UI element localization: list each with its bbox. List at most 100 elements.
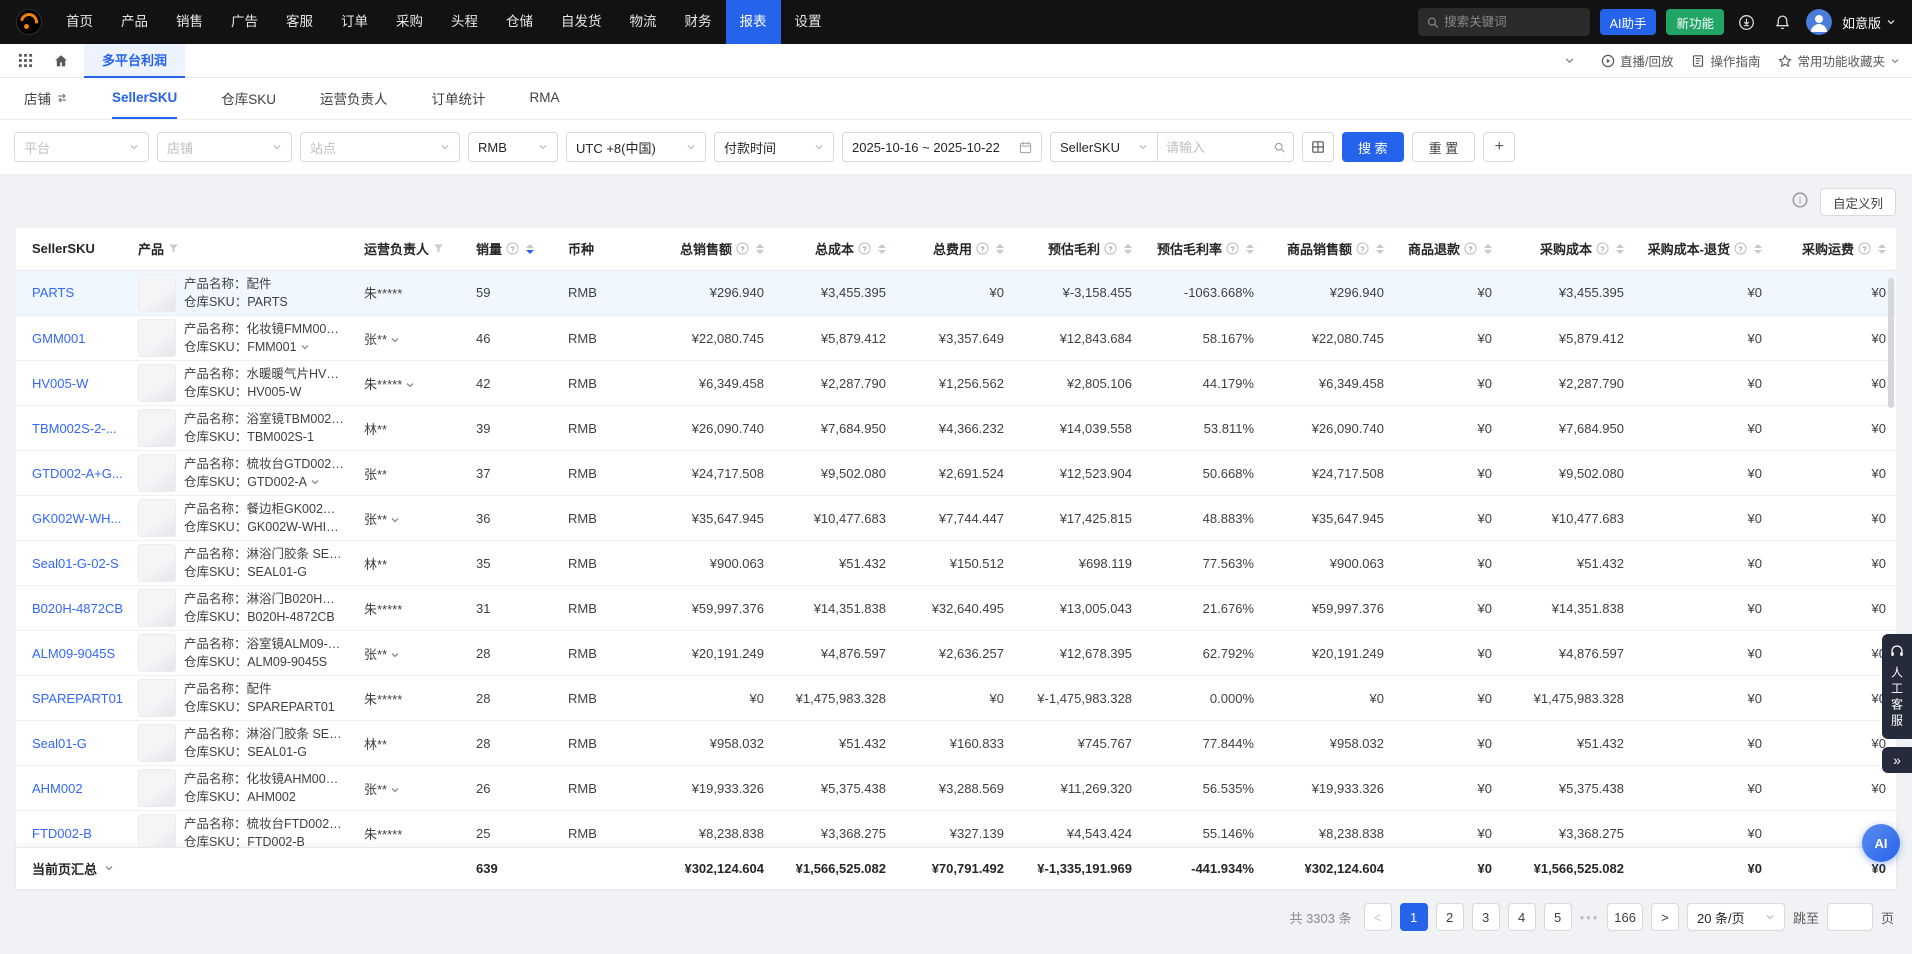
product-thumbnail[interactable] <box>138 274 176 312</box>
chevron-down-icon[interactable] <box>104 863 114 873</box>
filter-time-type-select[interactable]: 付款时间 <box>714 132 834 162</box>
info-circle-icon[interactable]: ? <box>1226 242 1239 255</box>
home-icon[interactable] <box>48 48 74 74</box>
sort-control[interactable] <box>878 244 886 254</box>
jump-page-input[interactable] <box>1827 903 1873 931</box>
avatar[interactable] <box>1806 9 1832 35</box>
top-menu-item-设置[interactable]: 设置 <box>781 0 836 44</box>
top-menu-item-仓储[interactable]: 仓储 <box>492 0 547 44</box>
new-features-button[interactable]: 新功能 <box>1666 9 1724 35</box>
subtab-RMA[interactable]: RMA <box>530 78 560 119</box>
sku-link[interactable]: TBM002S-2-... <box>32 421 117 436</box>
top-menu-item-自发货[interactable]: 自发货 <box>547 0 616 44</box>
sort-control[interactable] <box>1484 244 1492 254</box>
column-header-refund[interactable]: 商品退款? <box>1394 228 1502 270</box>
column-header-gross_margin[interactable]: 预估毛利率? <box>1142 228 1264 270</box>
page-button-2[interactable]: 2 <box>1436 903 1464 931</box>
filter-timezone-select[interactable]: UTC +8(中国) <box>566 132 706 162</box>
column-header-purchase_freight[interactable]: 采购运费? <box>1772 228 1896 270</box>
vertical-scrollbar[interactable] <box>1888 278 1894 408</box>
filter-funnel-icon[interactable] <box>433 243 444 254</box>
product-thumbnail[interactable] <box>138 319 176 357</box>
column-header-product[interactable]: 产品 <box>128 228 354 270</box>
sort-control[interactable] <box>1124 244 1132 254</box>
column-header-purchase_cost_refund[interactable]: 采购成本-退货? <box>1634 228 1772 270</box>
info-circle-icon[interactable]: ? <box>858 242 871 255</box>
sku-link[interactable]: GMM001 <box>32 331 85 346</box>
chevron-down-icon[interactable] <box>390 335 400 345</box>
sort-control[interactable] <box>1878 244 1886 254</box>
chevron-down-icon[interactable] <box>390 515 400 525</box>
product-thumbnail[interactable] <box>138 454 176 492</box>
filter-funnel-icon[interactable] <box>168 243 179 254</box>
top-menu-item-财务[interactable]: 财务 <box>671 0 726 44</box>
info-circle-icon[interactable]: ? <box>736 242 749 255</box>
apps-grid-icon[interactable] <box>12 48 38 74</box>
page-size-select[interactable]: 20 条/页 <box>1687 903 1785 931</box>
page-button-3[interactable]: 3 <box>1472 903 1500 931</box>
info-circle-icon[interactable]: ? <box>1734 242 1747 255</box>
subtab-SellerSKU[interactable]: SellerSKU <box>112 78 177 119</box>
product-thumbnail[interactable] <box>138 544 176 582</box>
page-button-1[interactable]: 1 <box>1400 903 1428 931</box>
sort-control[interactable] <box>756 244 764 254</box>
ai-assistant-button[interactable]: AI助手 <box>1600 9 1657 35</box>
top-menu-item-物流[interactable]: 物流 <box>616 0 671 44</box>
info-circle-icon[interactable]: ? <box>1104 242 1117 255</box>
subtab-运营负责人[interactable]: 运营负责人 <box>320 78 388 119</box>
add-filter-button[interactable]: + <box>1483 132 1515 162</box>
info-circle-icon[interactable]: ? <box>1596 242 1609 255</box>
top-menu-item-采购[interactable]: 采购 <box>382 0 437 44</box>
sort-control[interactable] <box>526 244 534 254</box>
column-header-purchase_cost[interactable]: 采购成本? <box>1502 228 1634 270</box>
top-menu-item-广告[interactable]: 广告 <box>217 0 272 44</box>
info-circle-icon[interactable]: ? <box>976 242 989 255</box>
top-menu-item-客服[interactable]: 客服 <box>272 0 327 44</box>
sku-link[interactable]: Seal01-G-02-S <box>32 556 119 571</box>
product-thumbnail[interactable] <box>138 409 176 447</box>
sku-link[interactable]: Seal01-G <box>32 736 87 751</box>
top-menu-item-报表[interactable]: 报表 <box>726 0 781 44</box>
column-header-total_cost[interactable]: 总成本? <box>774 228 896 270</box>
prev-page-button[interactable]: < <box>1364 903 1392 931</box>
chevron-down-icon[interactable] <box>405 380 415 390</box>
sku-link[interactable]: SPAREPART01 <box>32 691 123 706</box>
column-header-owner[interactable]: 运营负责人 <box>354 228 466 270</box>
table-body-viewport[interactable]: PARTS产品名称：配件仓库SKU：PARTS朱*****59RMB¥296.9… <box>16 271 1896 847</box>
search-type-select[interactable]: SellerSKU <box>1050 132 1158 162</box>
global-search-input[interactable] <box>1444 15 1580 29</box>
version-switcher[interactable]: 如意版 <box>1842 13 1896 32</box>
subtab-店铺[interactable]: 店铺 <box>24 78 68 119</box>
top-menu-item-订单[interactable]: 订单 <box>327 0 382 44</box>
info-circle-icon[interactable]: ? <box>506 242 519 255</box>
sku-link[interactable]: ALM09-9045S <box>32 646 115 661</box>
subtab-仓库SKU[interactable]: 仓库SKU <box>221 78 276 119</box>
product-thumbnail[interactable] <box>138 769 176 807</box>
favorites-link[interactable]: 常用功能收藏夹 <box>1778 51 1900 70</box>
customize-columns-button[interactable]: 自定义列 <box>1820 188 1896 216</box>
top-menu-item-销售[interactable]: 销售 <box>162 0 217 44</box>
sku-link[interactable]: FTD002-B <box>32 826 92 841</box>
column-header-sku[interactable]: SellerSKU <box>16 228 128 270</box>
sku-link[interactable]: GTD002-A+G... <box>32 466 123 481</box>
sku-link[interactable]: PARTS <box>32 285 74 300</box>
chevron-down-icon[interactable] <box>310 477 320 487</box>
info-circle-icon[interactable]: ? <box>1356 242 1369 255</box>
page-button-4[interactable]: 4 <box>1508 903 1536 931</box>
column-header-gross_profit[interactable]: 预估毛利? <box>1014 228 1142 270</box>
customer-service-button[interactable]: 人工客服 <box>1882 634 1912 739</box>
filter-date-range-input[interactable]: 2025-10-16 ~ 2025-10-22 <box>842 132 1042 162</box>
sku-link[interactable]: AHM002 <box>32 781 83 796</box>
chevron-down-icon[interactable] <box>390 650 400 660</box>
keyword-input[interactable] <box>1166 140 1268 155</box>
chevron-down-icon[interactable] <box>300 342 310 352</box>
column-header-qty[interactable]: 销量? <box>466 228 558 270</box>
search-button[interactable]: 搜 索 <box>1342 132 1404 162</box>
pagination-ellipsis[interactable]: ••• <box>1580 910 1600 925</box>
global-search[interactable] <box>1418 8 1590 36</box>
collapse-panel-button[interactable]: » <box>1882 747 1912 773</box>
column-header-total_fee[interactable]: 总费用? <box>896 228 1014 270</box>
top-menu-item-首页[interactable]: 首页 <box>52 0 107 44</box>
page-summary-label[interactable]: 当前页汇总 <box>32 859 114 878</box>
sort-control[interactable] <box>1246 244 1254 254</box>
